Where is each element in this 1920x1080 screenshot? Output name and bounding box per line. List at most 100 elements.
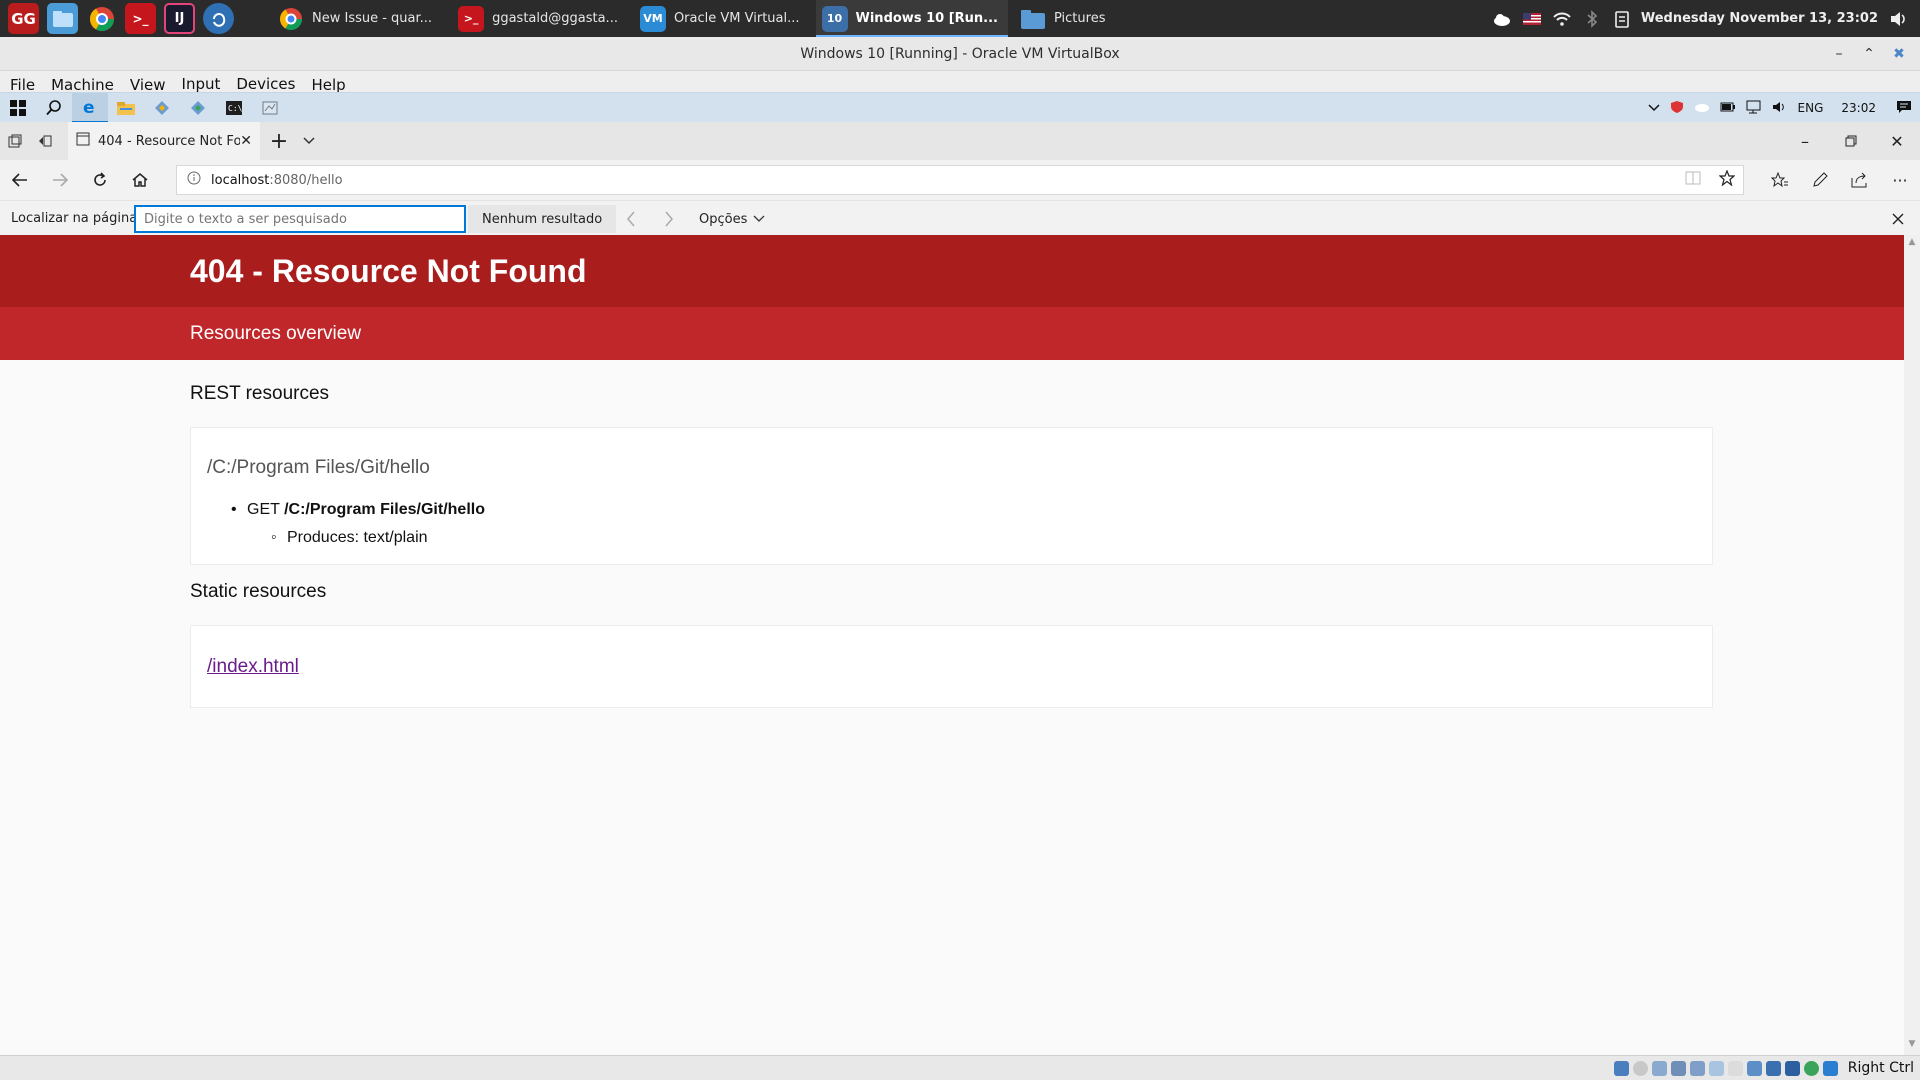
maximize-icon[interactable] [1828, 122, 1874, 160]
windows-system-tray: ENG 23:02 [1638, 93, 1912, 123]
network-icon[interactable] [1746, 100, 1762, 117]
file-explorer-icon[interactable] [108, 93, 144, 123]
find-options-dropdown[interactable]: Opções [699, 205, 765, 233]
set-aside-tabs-icon[interactable] [30, 122, 60, 160]
windows-start-icon[interactable] [0, 93, 36, 123]
favorite-star-icon[interactable] [1718, 169, 1736, 190]
find-close-icon[interactable] [1886, 205, 1910, 233]
resource-path-heading: /C:/Program Files/Git/hello [207, 457, 430, 478]
chevron-up-icon[interactable] [1648, 101, 1660, 115]
virtualization-icon[interactable] [1803, 1060, 1819, 1076]
list-item: GET /C:/Program Files/Git/hello Produces… [231, 496, 485, 552]
windows10-vm-icon: 10 [821, 5, 848, 32]
scroll-up-icon[interactable]: ▲ [1904, 237, 1920, 251]
task-virtualbox-manager[interactable]: VM Oracle VM Virtual... [634, 0, 810, 37]
search-icon[interactable] [36, 93, 72, 123]
speaker-icon[interactable] [1772, 100, 1788, 117]
app-pinned-1-icon[interactable] [144, 93, 180, 123]
close-circle-icon[interactable]: ✖ [1884, 46, 1914, 62]
app-pinned-2-icon[interactable] [180, 93, 216, 123]
windows-taskbar: e C:\ ENG 23:02 [0, 92, 1920, 123]
virtualbox-icon: VM [639, 5, 666, 32]
more-options-icon[interactable]: ··· [1880, 171, 1920, 190]
edge-navigation-bar: localhost:8080/hello ··· [0, 160, 1920, 200]
find-next-icon[interactable] [658, 205, 680, 233]
battery-icon[interactable] [1720, 101, 1736, 115]
edge-taskbar-icon[interactable]: e [72, 92, 108, 123]
close-icon[interactable]: ✕ [1874, 122, 1920, 160]
index-html-link[interactable]: /index.html [207, 656, 299, 678]
task-terminal[interactable]: >_ ggastald@ggasta... [452, 0, 628, 37]
task-windows10-vm[interactable]: 10 Windows 10 [Run... [815, 0, 1009, 37]
host-clock[interactable]: Wednesday November 13, 23:02 [1641, 11, 1878, 26]
host-key-label[interactable]: Right Ctrl [1848, 1060, 1914, 1076]
intellij-launcher-icon[interactable]: IJ [164, 3, 195, 34]
vbox-window-title: Windows 10 [Running] - Oracle VM Virtual… [800, 45, 1120, 62]
cpu-icon[interactable] [1784, 1060, 1800, 1076]
chevron-down-icon [753, 215, 765, 222]
reading-view-icon[interactable] [1685, 171, 1701, 189]
bluetooth-icon[interactable] [1583, 9, 1601, 28]
shared-folders-icon[interactable] [1708, 1060, 1724, 1076]
vbox-status-bar: Right Ctrl [0, 1055, 1920, 1080]
chrome-launcher-icon[interactable] [86, 3, 117, 34]
url-host: localhost [211, 172, 270, 188]
video-capture-icon[interactable] [1746, 1060, 1762, 1076]
edge-toolbar: ··· [1760, 160, 1920, 200]
refresh-icon[interactable] [80, 160, 120, 200]
optical-drive-icon[interactable] [1632, 1060, 1648, 1076]
scroll-down-icon[interactable]: ▼ [1904, 1039, 1920, 1053]
info-icon[interactable] [187, 171, 201, 189]
method-path: /C:/Program Files/Git/hello [284, 501, 485, 518]
forward-arrow-icon[interactable] [40, 160, 80, 200]
chevron-down-icon[interactable] [294, 122, 324, 160]
share-icon[interactable] [1840, 172, 1880, 188]
find-previous-icon[interactable] [620, 205, 642, 233]
onedrive-cloud-icon[interactable] [1694, 101, 1710, 115]
volume-icon[interactable] [1890, 10, 1908, 28]
file-manager-launcher-icon[interactable] [47, 3, 78, 34]
back-arrow-icon[interactable] [0, 160, 40, 200]
gg-launcher-icon[interactable]: GG [8, 3, 39, 34]
page-scrollbar[interactable]: ▲ ▼ [1904, 235, 1920, 1055]
page-icon [76, 132, 90, 150]
tab-404-page[interactable]: 404 - Resource Not Fou ✕ [68, 122, 260, 160]
input-language[interactable]: ENG [1798, 101, 1824, 115]
restore-icon[interactable]: ⌃ [1854, 46, 1884, 62]
defender-shield-icon[interactable] [1670, 100, 1684, 117]
minimize-icon[interactable]: – [1782, 122, 1828, 160]
us-flag-icon[interactable] [1522, 10, 1541, 28]
task-pictures[interactable]: Pictures [1014, 0, 1115, 37]
svg-text:C:\: C:\ [228, 104, 242, 113]
edge-tab-row: 404 - Resource Not Fou ✕ + – ✕ [0, 122, 1920, 160]
sync-launcher-icon[interactable] [203, 3, 234, 34]
tab-close-icon[interactable]: ✕ [240, 133, 252, 149]
mouse-integration-icon[interactable] [1765, 1060, 1781, 1076]
tab-manager-icon[interactable] [0, 122, 30, 160]
action-center-icon[interactable] [1896, 100, 1912, 117]
tab-title: 404 - Resource Not Fou [98, 133, 241, 149]
cloud-sync-icon[interactable] [1493, 10, 1511, 28]
audio-icon[interactable] [1651, 1060, 1667, 1076]
find-input[interactable] [134, 205, 466, 233]
windows-clock[interactable]: 23:02 [1841, 101, 1876, 115]
network-tool-icon[interactable] [252, 93, 288, 123]
wifi-icon[interactable] [1553, 10, 1571, 28]
page-subtitle: Resources overview [0, 307, 1904, 360]
keyboard-capture-icon[interactable] [1822, 1060, 1838, 1076]
display-icon[interactable] [1727, 1060, 1743, 1076]
url-path: :8080/hello [269, 172, 343, 188]
new-tab-icon[interactable]: + [264, 122, 294, 160]
minimize-icon[interactable]: – [1824, 46, 1854, 62]
pen-notes-icon[interactable] [1800, 172, 1840, 188]
address-bar[interactable]: localhost:8080/hello [176, 165, 1744, 195]
task-chrome-new-issue[interactable]: New Issue - quar... [272, 0, 442, 37]
home-icon[interactable] [120, 160, 160, 200]
clipboard-icon[interactable] [1613, 10, 1631, 28]
network-adapter-icon[interactable] [1670, 1060, 1686, 1076]
terminal-taskbar-icon[interactable]: C:\ [216, 93, 252, 123]
hard-disk-icon[interactable] [1613, 1060, 1629, 1076]
usb-icon[interactable] [1689, 1060, 1705, 1076]
terminal-launcher-icon[interactable]: >_ [125, 3, 156, 34]
favorites-hub-icon[interactable] [1760, 172, 1800, 188]
